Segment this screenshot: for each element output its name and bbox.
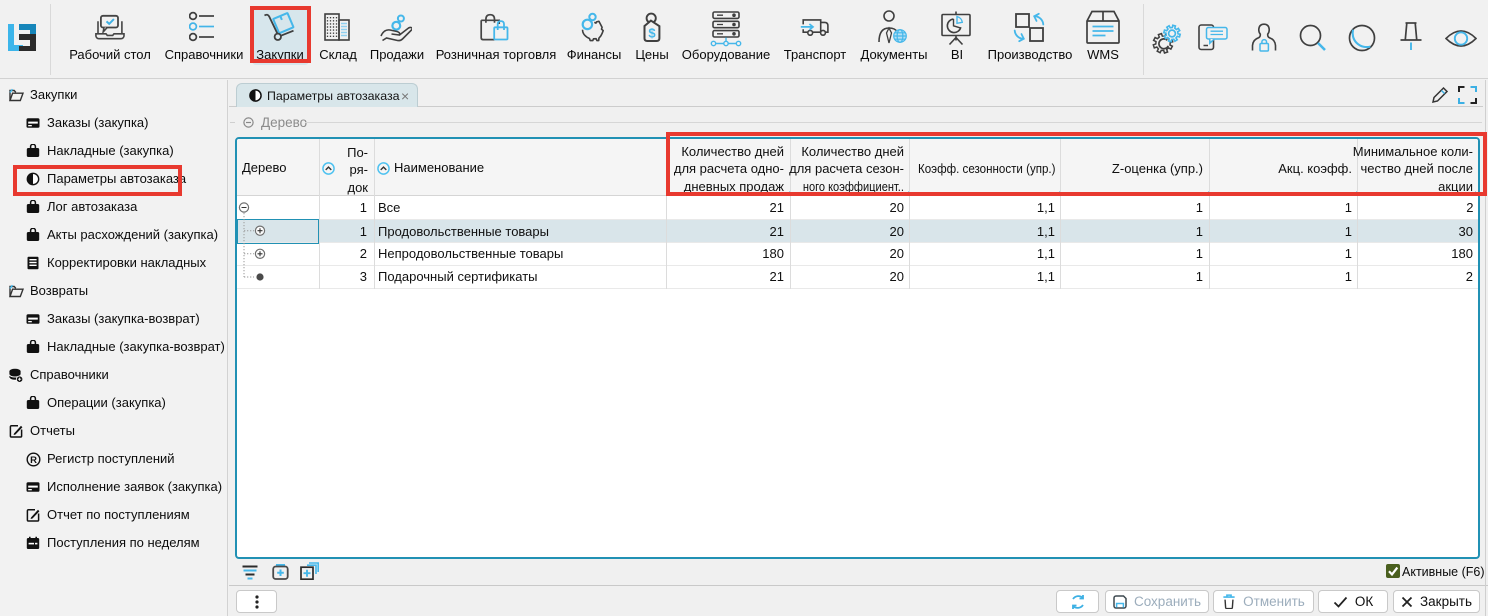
svg-text:$: $: [648, 26, 656, 41]
svg-text:R: R: [30, 455, 37, 466]
